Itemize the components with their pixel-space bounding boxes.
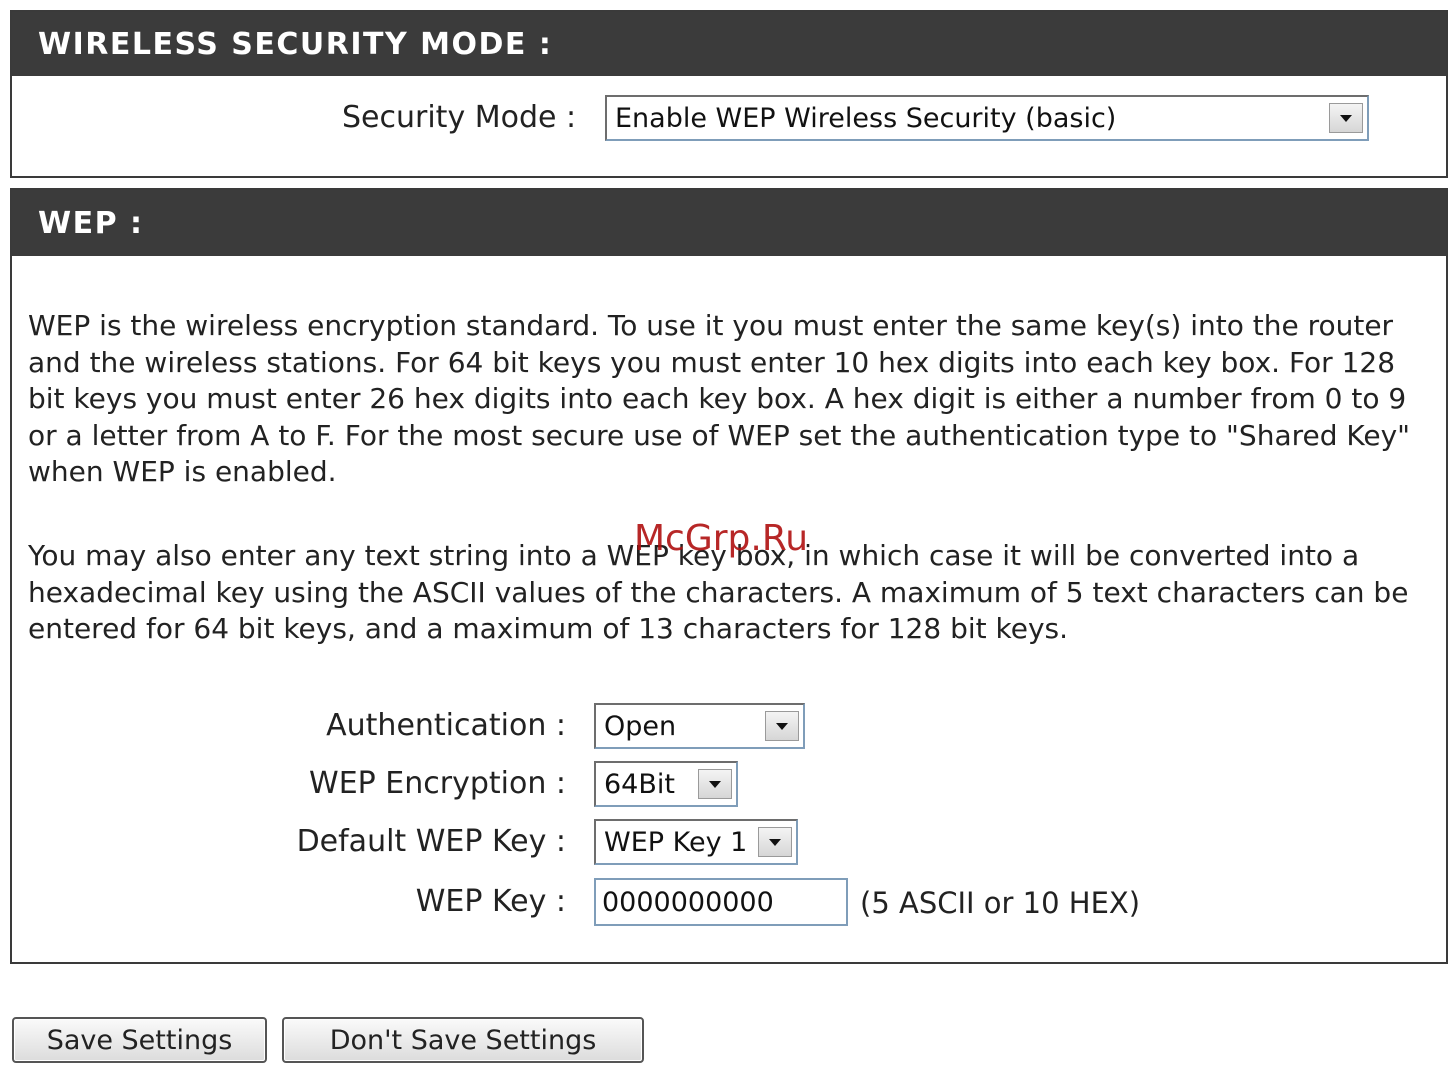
wep-key-input[interactable]: 0000000000 (594, 878, 848, 926)
wireless-security-mode-panel: WIRELESS SECURITY MODE : (10, 10, 1448, 178)
default-wep-key-dropdown-button[interactable] (758, 827, 792, 857)
authentication-dropdown-button[interactable] (765, 711, 799, 741)
wep-encryption-select[interactable]: 64Bit (594, 761, 738, 807)
wep-description-paragraph-1: WEP is the wireless encryption standard.… (28, 309, 1411, 488)
wep-encryption-label: WEP Encryption : (309, 766, 566, 801)
default-wep-key-value: WEP Key 1 (604, 826, 748, 858)
authentication-select[interactable]: Open (594, 703, 805, 749)
security-mode-value: Enable WEP Wireless Security (basic) (615, 102, 1117, 134)
wep-key-label: WEP Key : (415, 884, 566, 919)
wep-header: WEP : (12, 190, 1446, 256)
security-mode-select[interactable]: Enable WEP Wireless Security (basic) (605, 95, 1369, 141)
authentication-value: Open (604, 710, 677, 742)
chevron-down-icon (769, 838, 781, 846)
authentication-label: Authentication : (326, 708, 566, 743)
chevron-down-icon (1340, 114, 1352, 122)
security-mode-label: Security Mode : (342, 100, 577, 135)
watermark: McGrp.Ru (634, 518, 809, 559)
wireless-security-mode-header: WIRELESS SECURITY MODE : (12, 12, 1446, 76)
default-wep-key-label: Default WEP Key : (296, 824, 566, 859)
security-mode-dropdown-button[interactable] (1329, 103, 1363, 133)
chevron-down-icon (776, 722, 788, 730)
save-settings-button[interactable]: Save Settings (12, 1017, 267, 1063)
wep-key-hint: (5 ASCII or 10 HEX) (860, 886, 1141, 920)
default-wep-key-select[interactable]: WEP Key 1 (594, 819, 798, 865)
dont-save-settings-button[interactable]: Don't Save Settings (282, 1017, 644, 1063)
wep-encryption-value: 64Bit (604, 768, 675, 800)
wep-encryption-dropdown-button[interactable] (698, 769, 732, 799)
chevron-down-icon (709, 780, 721, 788)
